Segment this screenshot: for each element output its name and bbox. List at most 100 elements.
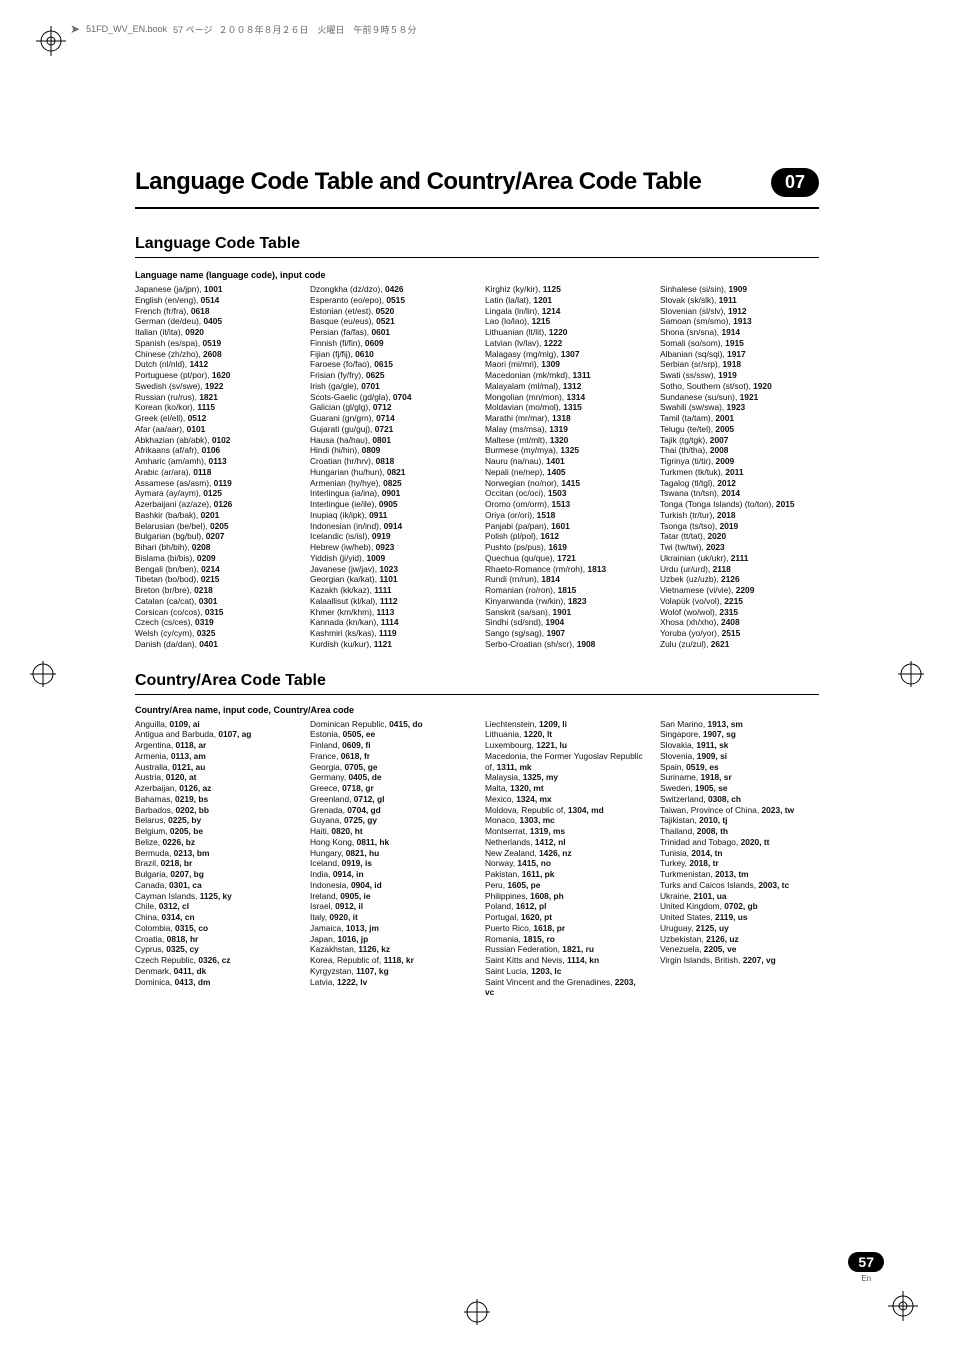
crop-mark-top-left — [36, 26, 66, 56]
list-item: Belgium, 0205, be — [135, 826, 294, 837]
list-column: Liechtenstein, 1209, liLithuania, 1220, … — [485, 719, 644, 999]
list-item: Irish (ga/gle), 0701 — [310, 381, 469, 392]
list-item: Georgian (ka/kat), 1101 — [310, 574, 469, 585]
list-item: Shona (sn/sna), 1914 — [660, 327, 819, 338]
list-item: Sinhalese (si/sin), 1909 — [660, 284, 819, 295]
list-item: Yoruba (yo/yor), 2515 — [660, 628, 819, 639]
list-item: Turkey, 2018, tr — [660, 858, 819, 869]
list-item: Haiti, 0820, ht — [310, 826, 469, 837]
list-item: United States, 2119, us — [660, 912, 819, 923]
list-item: Frisian (fy/fry), 0625 — [310, 370, 469, 381]
list-item: Bihari (bh/bih), 0208 — [135, 542, 294, 553]
list-item: Canada, 0301, ca — [135, 880, 294, 891]
list-item: Moldova, Republic of, 1304, md — [485, 805, 644, 816]
list-item: Tagalog (tl/tgl), 2012 — [660, 478, 819, 489]
list-item: Rhaeto-Romance (rm/roh), 1813 — [485, 564, 644, 575]
list-item: Hebrew (iw/heb), 0923 — [310, 542, 469, 553]
list-item: Abkhazian (ab/abk), 0102 — [135, 435, 294, 446]
list-item: Galician (gl/glg), 0712 — [310, 402, 469, 413]
list-item: Romania, 1815, ro — [485, 934, 644, 945]
list-item: Vietnamese (vi/vie), 2209 — [660, 585, 819, 596]
list-item: Slovenia, 1909, si — [660, 751, 819, 762]
list-item: Czech Republic, 0326, cz — [135, 955, 294, 966]
list-item: Guarani (gn/grn), 0714 — [310, 413, 469, 424]
language-section-heading: Language Code Table — [135, 235, 819, 258]
list-item: Afrikaans (af/afr), 0106 — [135, 445, 294, 456]
arrow-icon: ➤ — [70, 22, 80, 36]
list-item: Estonian (et/est), 0520 — [310, 306, 469, 317]
list-item: Argentina, 0118, ar — [135, 740, 294, 751]
list-item: Anguilla, 0109, ai — [135, 719, 294, 730]
list-item: Breton (br/bre), 0218 — [135, 585, 294, 596]
file-name: 51FD_WV_EN.book — [86, 24, 167, 34]
list-item: Uzbekistan, 2126, uz — [660, 934, 819, 945]
list-item: Persian (fa/fas), 0601 — [310, 327, 469, 338]
list-item: Serbo-Croatian (sh/scr), 1908 — [485, 639, 644, 650]
list-item: United Kingdom, 0702, gb — [660, 901, 819, 912]
list-item: Armenia, 0113, am — [135, 751, 294, 762]
list-column: Kirghiz (ky/kir), 1125Latin (la/lat), 12… — [485, 284, 644, 650]
list-item: Malagasy (mg/mlg), 1307 — [485, 349, 644, 360]
list-item: Moldavian (mo/mol), 1315 — [485, 402, 644, 413]
list-item: Catalan (ca/cat), 0301 — [135, 596, 294, 607]
list-item: Malaysia, 1325, my — [485, 772, 644, 783]
list-item: Latvia, 1222, lv — [310, 977, 469, 988]
list-item: Macedonian (mk/mkd), 1311 — [485, 370, 644, 381]
list-item: Indonesian (in/ind), 0914 — [310, 521, 469, 532]
list-item: Finland, 0609, fi — [310, 740, 469, 751]
list-item: Cayman Islands, 1125, ky — [135, 891, 294, 902]
list-item: Puerto Rico, 1618, pr — [485, 923, 644, 934]
list-item: Slovakia, 1911, sk — [660, 740, 819, 751]
list-item: Danish (da/dan), 0401 — [135, 639, 294, 650]
list-item: Nepali (ne/nep), 1405 — [485, 467, 644, 478]
list-item: Hindi (hi/hin), 0809 — [310, 445, 469, 456]
list-item: Grenada, 0704, gd — [310, 805, 469, 816]
list-item: Sango (sg/sag), 1907 — [485, 628, 644, 639]
list-item: Tamil (ta/tam), 2001 — [660, 413, 819, 424]
list-item: Norway, 1415, no — [485, 858, 644, 869]
list-column: Anguilla, 0109, aiAntigua and Barbuda, 0… — [135, 719, 294, 999]
list-item: Estonia, 0505, ee — [310, 729, 469, 740]
list-item: Korea, Republic of, 1118, kr — [310, 955, 469, 966]
list-item: Greek (el/ell), 0512 — [135, 413, 294, 424]
list-item: Latvian (lv/lav), 1222 — [485, 338, 644, 349]
list-item: Lithuania, 1220, lt — [485, 729, 644, 740]
list-item: Croatia, 0818, hr — [135, 934, 294, 945]
list-item: Monaco, 1303, mc — [485, 815, 644, 826]
list-item: Khmer (km/khm), 1113 — [310, 607, 469, 618]
list-item: Scots-Gaelic (gd/gla), 0704 — [310, 392, 469, 403]
list-item: Kazakhstan, 1126, kz — [310, 944, 469, 955]
list-item: Maltese (mt/mlt), 1320 — [485, 435, 644, 446]
list-column: Dominican Republic, 0415, doEstonia, 050… — [310, 719, 469, 999]
list-item: Yiddish (ji/yid), 1009 — [310, 553, 469, 564]
list-item: Saint Lucia, 1203, lc — [485, 966, 644, 977]
list-item: Saint Vincent and the Grenadines, 2203, … — [485, 977, 644, 999]
list-item: Lao (lo/lao), 1215 — [485, 316, 644, 327]
list-item: Greenland, 0712, gl — [310, 794, 469, 805]
list-item: Zulu (zu/zul), 2621 — [660, 639, 819, 650]
list-item: Oriya (or/ori), 1518 — [485, 510, 644, 521]
list-item: Switzerland, 0308, ch — [660, 794, 819, 805]
list-item: Ukrainian (uk/ukr), 2111 — [660, 553, 819, 564]
list-item: Kurdish (ku/kur), 1121 — [310, 639, 469, 650]
list-item: Tibetan (bo/bod), 0215 — [135, 574, 294, 585]
country-section-heading: Country/Area Code Table — [135, 672, 819, 695]
list-item: Tunisia, 2014, tn — [660, 848, 819, 859]
list-item: Swedish (sv/swe), 1922 — [135, 381, 294, 392]
list-item: Hungarian (hu/hun), 0821 — [310, 467, 469, 478]
list-item: Finnish (fi/fin), 0609 — [310, 338, 469, 349]
list-item: Iceland, 0919, is — [310, 858, 469, 869]
list-item: Trinidad and Tobago, 2020, tt — [660, 837, 819, 848]
list-item: Nauru (na/nau), 1401 — [485, 456, 644, 467]
list-item: Colombia, 0315, co — [135, 923, 294, 934]
list-item: Aymara (ay/aym), 0125 — [135, 488, 294, 499]
chapter-title: Language Code Table and Country/Area Cod… — [135, 168, 701, 196]
list-item: Kashmiri (ks/kas), 1119 — [310, 628, 469, 639]
list-item: Slovenian (sl/slv), 1912 — [660, 306, 819, 317]
list-item: Samoan (sm/smo), 1913 — [660, 316, 819, 327]
list-item: Kalaallisut (kl/kal), 1112 — [310, 596, 469, 607]
list-item: Dutch (nl/nld), 1412 — [135, 359, 294, 370]
list-item: Taiwan, Province of China, 2023, tw — [660, 805, 819, 816]
list-item: Polish (pl/pol), 1612 — [485, 531, 644, 542]
list-item: Russian (ru/rus), 1821 — [135, 392, 294, 403]
